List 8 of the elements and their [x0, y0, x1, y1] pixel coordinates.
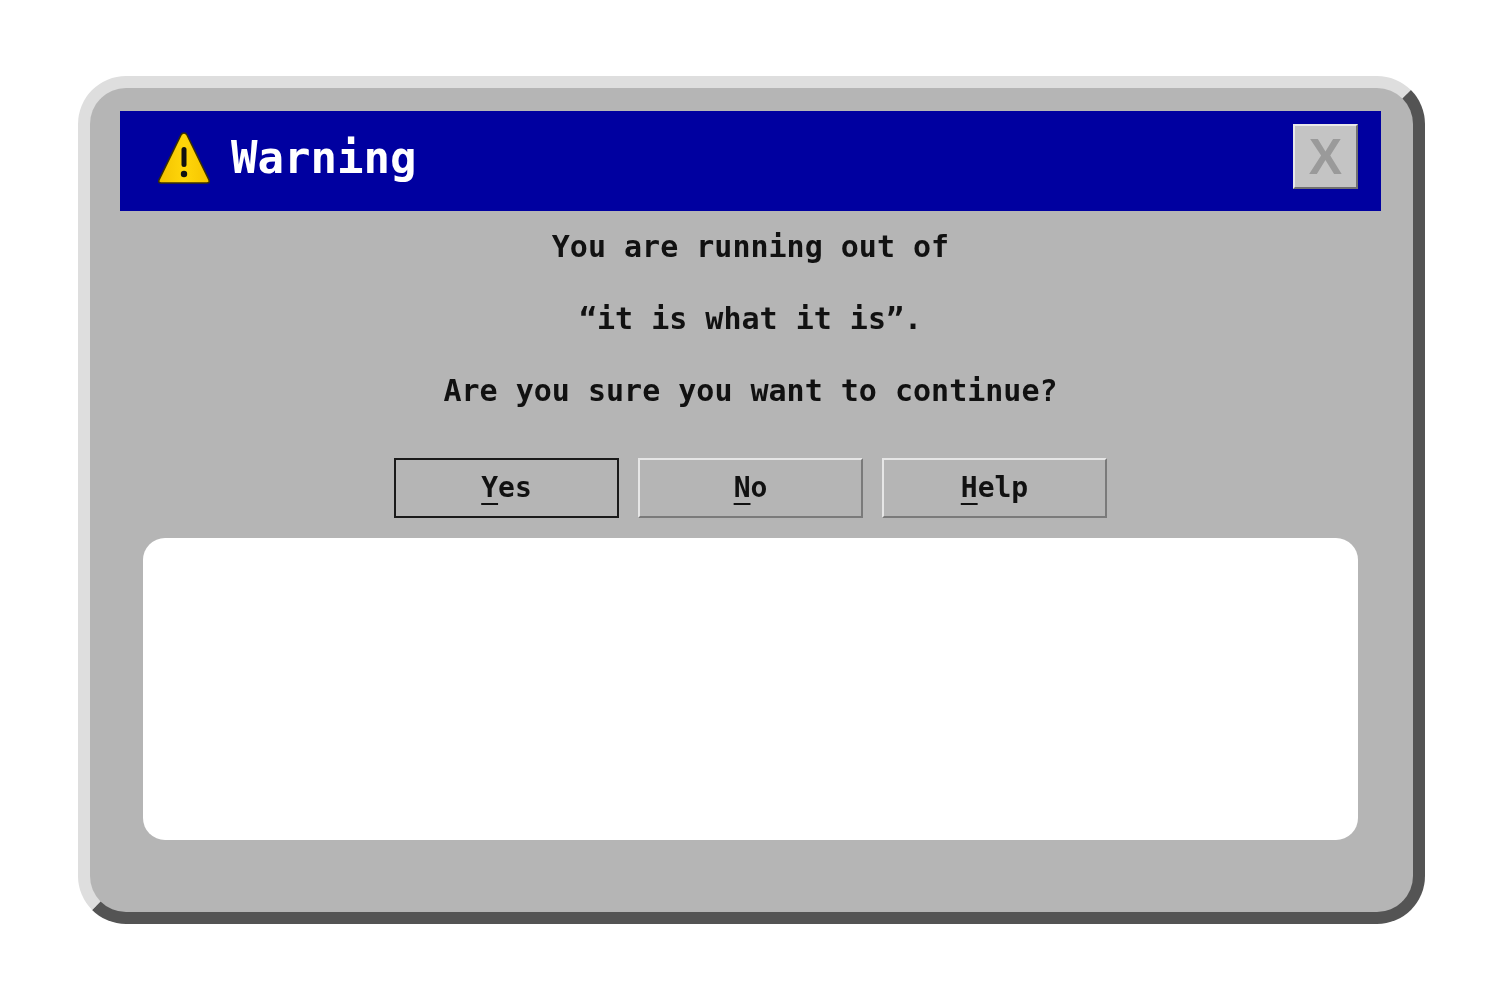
- message-text: You are running out of: [551, 228, 950, 266]
- message-text: “it is what it is”.: [578, 300, 923, 338]
- dialog-button[interactable]: No: [638, 458, 863, 518]
- dialog-button[interactable]: Yes: [394, 458, 619, 518]
- dialog-title: Warning: [231, 136, 417, 180]
- warning-icon: [157, 131, 211, 185]
- dialog-button[interactable]: Help: [882, 458, 1107, 518]
- message-text: Are you sure you want to continue?: [443, 372, 1058, 410]
